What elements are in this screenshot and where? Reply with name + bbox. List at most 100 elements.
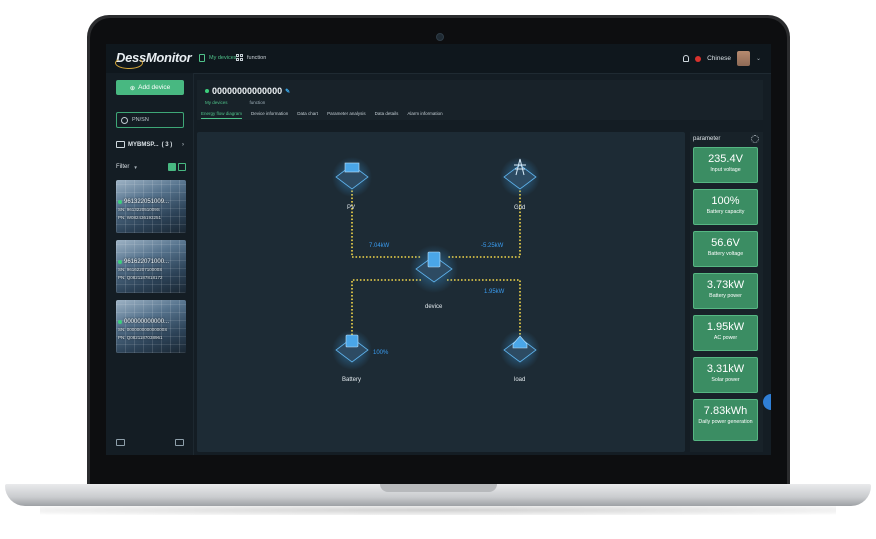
screen: DessMonitor My devices function Chinese … (106, 44, 771, 455)
caret-down-icon: ▼ (133, 164, 138, 170)
online-status-icon (118, 320, 122, 324)
param-label: Daily power generation (698, 419, 753, 425)
add-device-label: Add device (138, 84, 171, 91)
battery-node (332, 330, 372, 370)
folder-icon[interactable] (175, 439, 184, 446)
nav-function-label: function (247, 54, 267, 61)
sidebar: ⊕ Add device PN/SN MYBMSP... ( 3 ) › Fil… (106, 73, 194, 455)
device-card-pn: PN: Q0821187818172 (118, 275, 163, 280)
param-label: Input voltage (710, 167, 741, 173)
online-status-icon (118, 260, 122, 264)
avatar[interactable] (736, 51, 750, 66)
energy-flow-diagram: PV Grid device Battery load 7.04kW -5.25… (197, 132, 685, 452)
param-value: 235.4V (708, 153, 743, 165)
device-card-text: 000000000000... SN: 000000000000000S PN:… (118, 318, 169, 342)
chevron-down-icon[interactable]: ⌄ (756, 55, 761, 62)
device-card-pn: PN: W082436193251 (118, 215, 162, 220)
grid-power-value: -5.25kW (481, 243, 504, 249)
device-card-pn: PN: Q0821187038961 (118, 335, 163, 340)
tab-parameter-analysis[interactable]: Parameter analysis (327, 111, 366, 119)
device-card-title: 961322051009... (124, 199, 170, 205)
group-name: MYBMSP... (128, 141, 159, 148)
edit-icon[interactable]: ✎ (285, 88, 290, 95)
tab-data-chart[interactable]: Data chart (297, 111, 318, 119)
filter-dropdown[interactable]: Filter ▼ (116, 163, 186, 171)
battery-flow-line (351, 279, 421, 337)
grid-label: Grid (514, 205, 526, 211)
bell-icon[interactable] (683, 55, 690, 62)
param-label: Battery capacity (706, 209, 745, 215)
device-tabs: Energy flow diagram Device information D… (201, 111, 443, 119)
grid-icon (236, 54, 243, 61)
top-bar: DessMonitor My devices function Chinese … (106, 44, 771, 74)
tab-data-details[interactable]: Data details (375, 111, 399, 119)
device-card[interactable]: 961322051009... SN: 961322051009S PN: W0… (116, 180, 186, 233)
device-card-sn: SN: 961322051009S (118, 207, 160, 212)
device-card-text: 961322051009... SN: 961322051009S PN: W0… (118, 198, 169, 222)
device-card-sn: SN: 9616220710000S (118, 267, 163, 272)
tab-alarm-information[interactable]: Alarm information (407, 111, 442, 119)
parameter-panel: parameter 235.4V Input voltage 100% Batter… (690, 132, 763, 452)
add-device-button[interactable]: ⊕ Add device (116, 80, 184, 95)
add-folder-icon[interactable] (116, 439, 125, 446)
param-label: Battery power (709, 293, 742, 299)
search-input[interactable]: PN/SN (116, 112, 184, 128)
filter-label: Filter (116, 164, 130, 170)
grid-node (500, 157, 540, 197)
logo-ring-icon (115, 57, 143, 69)
device-card[interactable]: 000000000000... SN: 000000000000000S PN:… (116, 300, 186, 353)
chat-tab-icon[interactable] (763, 394, 771, 410)
folder-icon (116, 141, 125, 148)
battery-label: Battery (342, 377, 362, 383)
view-toggle (168, 163, 186, 171)
device-icon (199, 54, 205, 62)
load-power-value: 1.95kW (484, 289, 505, 295)
param-value: 3.73kW (706, 279, 745, 291)
language-flag-icon (695, 55, 702, 62)
param-card: 3.73kW Battery power (693, 273, 758, 309)
battery-percent-value: 100% (373, 350, 389, 356)
param-value: 1.95kW (706, 321, 745, 333)
param-card: 7.83kWh Daily power generation (693, 399, 758, 441)
pv-node (332, 157, 372, 197)
device-card-title: 961622071000... (124, 259, 170, 265)
param-label: Battery voltage (707, 251, 744, 257)
pv-power-value: 7.04kW (369, 243, 390, 249)
card-view-icon[interactable] (168, 163, 176, 171)
device-card-sn: SN: 000000000000000S (118, 327, 168, 332)
device-card-title: 000000000000... (124, 319, 170, 325)
param-card: 1.95kW AC power (693, 315, 758, 351)
device-group[interactable]: MYBMSP... ( 3 ) › (116, 141, 184, 148)
param-value: 100% (711, 195, 740, 207)
tab-device-information[interactable]: Device information (251, 111, 288, 119)
pv-label: PV (347, 205, 356, 211)
param-card: 235.4V Input voltage (693, 147, 758, 183)
device-card-text: 961622071000... SN: 9616220710000S PN: Q… (118, 258, 169, 282)
param-card: 56.6V Battery voltage (693, 231, 758, 267)
laptop-notch (380, 484, 497, 492)
device-meta-function: function (249, 100, 266, 105)
tab-energy-flow[interactable]: Energy flow diagram (201, 111, 243, 119)
nav-my-devices-label: My devices (209, 55, 237, 61)
gear-icon[interactable] (751, 135, 759, 143)
laptop-shadow (40, 505, 836, 515)
main-content: 00000000000000 ✎ My devices function Ene… (197, 80, 763, 452)
param-value: 56.6V (711, 237, 740, 249)
nav-my-devices[interactable]: My devices (199, 54, 237, 62)
language-selector[interactable]: Chinese (707, 55, 731, 62)
device-node (410, 245, 458, 293)
sidebar-footer (116, 439, 184, 446)
param-value: 3.31kW (706, 363, 745, 375)
plus-icon: ⊕ (129, 84, 136, 92)
search-placeholder: PN/SN (132, 117, 149, 123)
top-right-controls: Chinese ⌄ (683, 51, 761, 66)
param-label: Solar power (711, 377, 740, 383)
search-icon (121, 116, 128, 124)
online-status-icon (205, 89, 209, 93)
param-card: 100% Battery capacity (693, 189, 758, 225)
device-card[interactable]: 961622071000... SN: 9616220710000S PN: Q… (116, 240, 186, 293)
param-card: 3.31kW Solar power (693, 357, 758, 393)
parameter-title: parameter (693, 136, 721, 142)
list-view-icon[interactable] (178, 163, 186, 171)
nav-function[interactable]: function (236, 54, 266, 61)
